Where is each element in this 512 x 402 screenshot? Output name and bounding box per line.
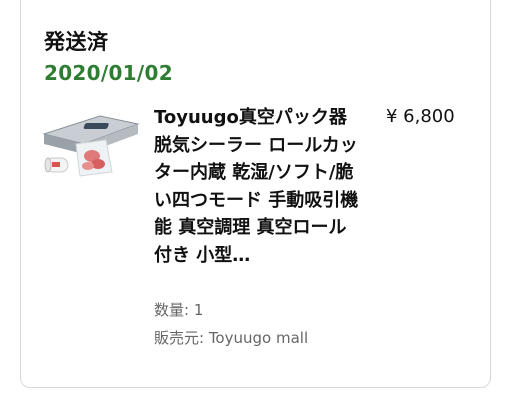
shipping-status: 発送済	[44, 30, 109, 54]
quantity-label: 数量: 1	[154, 301, 204, 319]
seller-label: 販売元: Toyuugo mall	[154, 329, 309, 347]
ship-date: 2020/01/02	[44, 61, 173, 85]
vacuum-sealer-icon	[42, 115, 140, 177]
product-title-link[interactable]: Toyuugo真空パック器 脱気シーラー ロールカッター内蔵 乾湿/ソフト/脆い…	[154, 104, 359, 269]
product-price: ¥ 6,800	[386, 106, 455, 127]
product-image[interactable]	[40, 110, 140, 185]
